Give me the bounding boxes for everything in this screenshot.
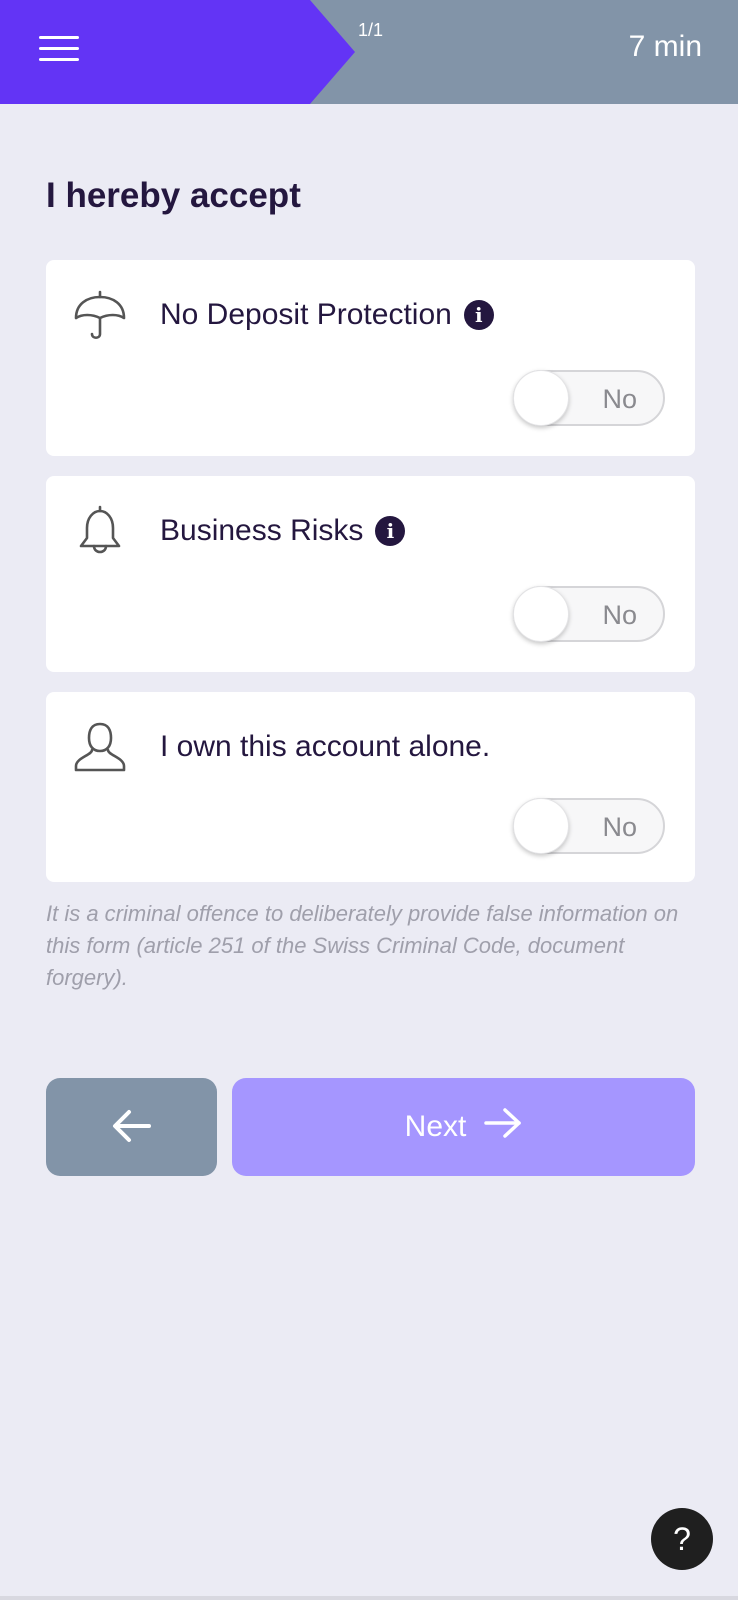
bottom-divider [0,1596,738,1600]
toggle-value: No [602,600,637,630]
bell-icon [72,504,128,560]
next-button-label: Next [404,1110,467,1143]
arrow-right-icon [484,1107,522,1147]
person-icon [72,720,128,776]
back-button[interactable] [46,1078,217,1176]
info-icon[interactable]: i [463,300,494,330]
business-risks-label: Business Risks i [160,514,406,548]
deposit-protection-label: No Deposit Protection i [160,298,494,332]
toggle-knob [513,370,569,426]
arrow-left-icon [112,1109,152,1146]
umbrella-icon [72,288,128,344]
business-risks-toggle[interactable]: No [513,586,665,642]
consent-card-sole-owner: I own this account alone. No [46,692,695,882]
help-button-label: ? [673,1520,691,1557]
hamburger-menu-icon[interactable] [36,32,82,66]
card-label-text: Business Risks [160,514,364,547]
deposit-protection-toggle[interactable]: No [513,370,665,426]
consent-card-business-risks: Business Risks i No [46,476,695,672]
sole-owner-label: I own this account alone. [160,730,490,764]
toggle-value: No [602,812,637,842]
legal-disclaimer: It is a criminal offence to deliberately… [46,901,679,990]
consent-card-deposit-protection: No Deposit Protection i No [46,260,695,456]
toggle-knob [513,586,569,642]
toggle-value: No [602,384,637,414]
card-label-text: No Deposit Protection [160,298,452,331]
time-remaining: 7 min [628,30,702,63]
page-title: I hereby accept [46,176,301,215]
next-button[interactable]: Next [232,1078,695,1176]
top-bar: 1/1 7 min [0,0,738,104]
info-icon[interactable]: i [375,516,406,546]
card-label-text: I own this account alone. [160,730,491,763]
step-counter: 1/1 [358,20,384,40]
help-button[interactable]: ? [651,1508,713,1570]
sole-owner-toggle[interactable]: No [513,798,665,854]
toggle-knob [513,798,569,854]
